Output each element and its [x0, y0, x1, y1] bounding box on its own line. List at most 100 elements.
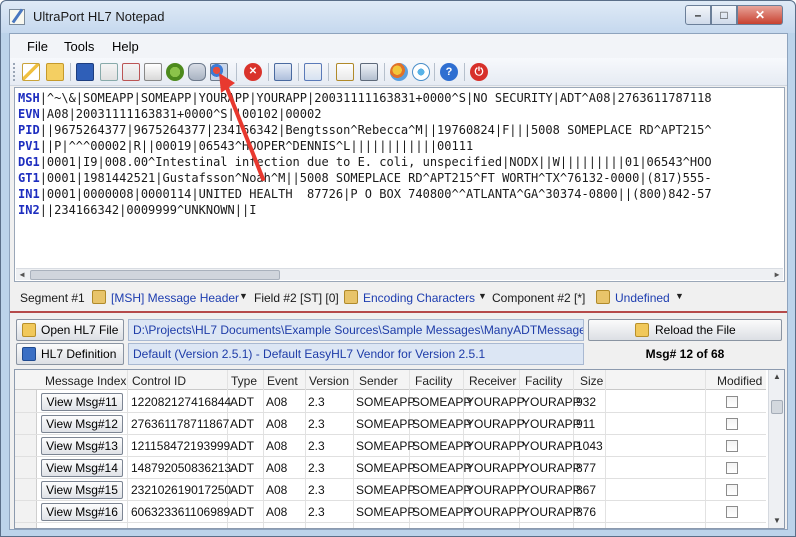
cell-sender: SOMEAPP [356, 505, 416, 519]
view-message-button[interactable]: View Msg#13 [41, 437, 123, 455]
close-button[interactable]: ✕ [737, 5, 783, 25]
cell-version: 2.3 [308, 395, 325, 409]
column-header-message-index[interactable]: Message Index [45, 374, 126, 388]
horizontal-scrollbar[interactable]: ◀ ▶ [16, 268, 783, 280]
segment-value[interactable]: [MSH] Message Header [111, 291, 239, 305]
window-title: UltraPort HL7 Notepad [33, 9, 165, 24]
table-row[interactable]: View Msg#14 148792050836213 ADT A08 2.3 … [15, 457, 766, 479]
menu-file[interactable]: File [27, 39, 48, 54]
copy-icon[interactable] [336, 63, 354, 81]
menu-bar: File Tools Help [10, 34, 787, 58]
modified-checkbox[interactable] [726, 462, 738, 474]
cell-control-id: 606323361106989 [131, 505, 231, 519]
column-header-sender[interactable]: Sender [359, 374, 398, 388]
edit-icon[interactable] [304, 63, 322, 81]
horizontal-scroll-thumb[interactable] [30, 270, 280, 280]
table-row[interactable]: View Msg#13 121158472193999 ADT A08 2.3 … [15, 435, 766, 457]
view-message-button[interactable]: View Msg#16 [41, 503, 123, 521]
column-header-receiver[interactable]: Receiver [469, 374, 516, 388]
segment-info-bar: Segment #1 [MSH] Message Header ▼ Field … [10, 285, 787, 309]
component-dropdown-icon[interactable]: ▼ [675, 291, 684, 301]
scroll-right-arrow-icon[interactable]: ▶ [771, 269, 783, 280]
menu-tools[interactable]: Tools [64, 39, 94, 54]
modified-checkbox[interactable] [726, 440, 738, 452]
grid-icon[interactable] [274, 63, 292, 81]
cell-size: 876 [576, 505, 597, 519]
save-icon[interactable] [76, 63, 94, 81]
column-header-version[interactable]: Version [309, 374, 349, 388]
toolbar-grip[interactable] [13, 63, 16, 81]
segment-text: ||9675264377|9675264377|234166342|Bengts… [39, 123, 712, 137]
view-message-button[interactable]: View Msg#15 [41, 481, 123, 499]
column-header-size[interactable]: Size [580, 374, 603, 388]
cell-sender: SOMEAPP [356, 417, 416, 431]
power-icon[interactable]: ⏻ [470, 63, 488, 81]
scroll-left-arrow-icon[interactable]: ◀ [16, 269, 28, 280]
database-icon[interactable] [188, 63, 206, 81]
modified-checkbox[interactable] [726, 396, 738, 408]
segment-id: DG1 [18, 155, 40, 169]
title-bar[interactable]: UltraPort HL7 Notepad – □ ✕ [1, 1, 795, 33]
cell-receiving-facility: YOURAPP [522, 417, 581, 431]
print-icon[interactable] [360, 63, 378, 81]
open-folder-icon[interactable] [46, 63, 64, 81]
vertical-scroll-thumb[interactable] [771, 400, 783, 414]
connect-icon[interactable] [412, 63, 430, 81]
help-icon[interactable]: ? [440, 63, 458, 81]
panel-divider[interactable] [10, 311, 787, 313]
modified-checkbox[interactable] [726, 484, 738, 496]
field-dropdown-icon[interactable]: ▼ [478, 291, 487, 301]
table-row[interactable]: View Msg#15 232102619017250 ADT A08 2.3 … [15, 479, 766, 501]
view-message-button[interactable]: View Msg#12 [41, 415, 123, 433]
editor-line: IN2||234166342|0009999^UNKNOWN||I [18, 202, 256, 218]
table-row[interactable]: View Msg#11 122082127416844 ADT A08 2.3 … [15, 391, 766, 413]
cell-version: 2.3 [308, 417, 325, 431]
view-message-button[interactable]: View Msg#14 [41, 459, 123, 477]
client-area: File Tools Help ✕ ? ⏻ MSH|^~\&|SOMEAPP|S… [9, 33, 788, 530]
hl7-definition-button[interactable]: HL7 Definition [16, 343, 124, 365]
column-header-control-id[interactable]: Control ID [132, 374, 186, 388]
export-icon[interactable] [122, 63, 140, 81]
modified-checkbox[interactable] [726, 418, 738, 430]
scroll-up-arrow-icon[interactable]: ▲ [769, 371, 784, 383]
scroll-down-arrow-icon[interactable]: ▼ [769, 515, 784, 527]
column-header-event[interactable]: Event [267, 374, 298, 388]
open-folder-icon [22, 323, 36, 337]
vertical-scrollbar[interactable]: ▲ ▼ [768, 370, 784, 528]
hl7-text-editor[interactable]: MSH|^~\&|SOMEAPP|SOMEAPP|YOURAPP|YOURAPP… [14, 87, 785, 282]
column-header-facility[interactable]: Facility [415, 374, 452, 388]
toolbar-separator [236, 63, 237, 81]
settings-gear-icon[interactable] [166, 63, 184, 81]
component-value[interactable]: Undefined [615, 291, 670, 305]
new-icon[interactable] [22, 63, 40, 81]
find-icon[interactable] [144, 63, 162, 81]
stop-icon[interactable]: ✕ [244, 63, 262, 81]
table-row[interactable]: View Msg#12 276361178711867 ADT A08 2.3 … [15, 413, 766, 435]
import-icon[interactable] [100, 63, 118, 81]
definition-field[interactable]: Default (Version 2.5.1) - Default EasyHL… [128, 343, 584, 365]
file-path-field[interactable]: D:\Projects\HL7 Documents\Example Source… [128, 319, 584, 341]
cell-receiving-facility: YOURAPP [522, 395, 581, 409]
reload-file-button[interactable]: Reload the File [588, 319, 782, 341]
segment-view-icon[interactable] [210, 63, 228, 81]
field-info-icon [344, 290, 358, 304]
maximize-button[interactable]: □ [711, 5, 737, 25]
column-header-type[interactable]: Type [231, 374, 257, 388]
field-value[interactable]: Encoding Characters [363, 291, 475, 305]
cell-event: A08 [266, 505, 288, 519]
palette-icon[interactable] [390, 63, 408, 81]
segment-text: |0001|0000008|0000114|UNITED HEALTH 8772… [39, 187, 712, 201]
menu-help[interactable]: Help [112, 39, 139, 54]
segment-dropdown-icon[interactable]: ▼ [239, 291, 248, 301]
view-message-button[interactable]: View Msg#11 [41, 393, 123, 411]
table-row[interactable]: View Msg#16 606323361106989 ADT A08 2.3 … [15, 501, 766, 523]
cell-version: 2.3 [308, 505, 325, 519]
cell-receiver: YOURAPP [466, 417, 525, 431]
column-header-modified[interactable]: Modified [717, 374, 762, 388]
cell-type: ADT [230, 483, 254, 497]
modified-checkbox[interactable] [726, 506, 738, 518]
column-header-receiving-facility[interactable]: Facility [525, 374, 562, 388]
open-hl7-file-button[interactable]: Open HL7 File [16, 319, 124, 341]
minimize-button[interactable]: – [685, 5, 711, 25]
cell-facility: SOMEAPP [412, 439, 472, 453]
